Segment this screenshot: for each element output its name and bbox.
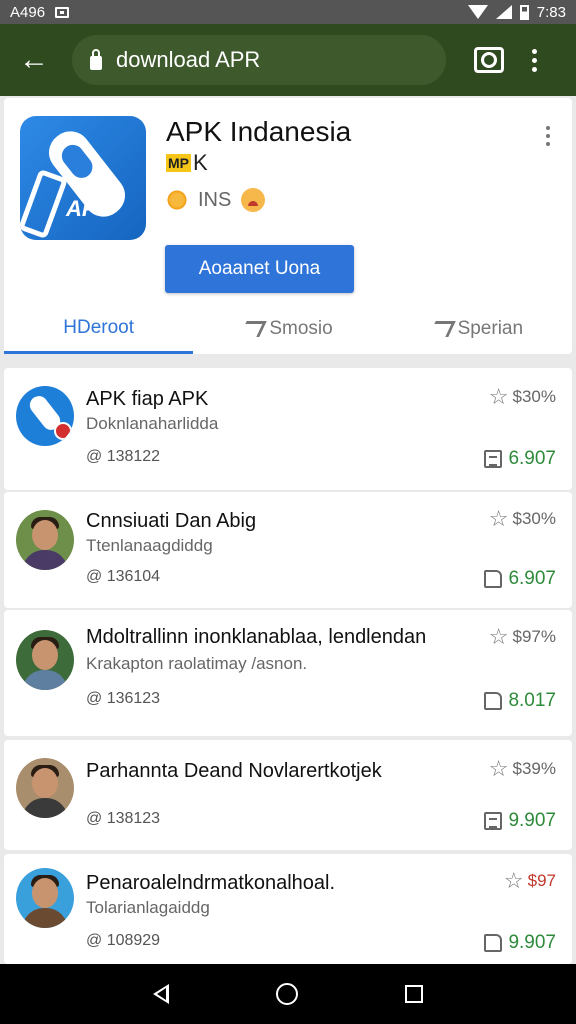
- item-rating-value: $97%: [512, 627, 556, 646]
- more-options-icon[interactable]: [546, 126, 550, 146]
- app-header-card: AP APK Indanesia MP K INS Aoaanet Uona H…: [4, 98, 572, 354]
- item-title: Mdoltrallinn inonklanablaa, lendlendan: [86, 626, 427, 648]
- item-downloads-value: 6.907: [508, 568, 556, 589]
- browser-toolbar: ← download APR: [0, 24, 576, 96]
- sun-icon: [166, 189, 188, 211]
- tab-send-label: Sperian: [457, 318, 524, 339]
- star-icon: ☆: [488, 624, 509, 649]
- item-rating-value: $30%: [512, 509, 556, 528]
- thumbs-up-icon: [484, 570, 503, 588]
- emoji-icon: [241, 188, 266, 212]
- item-rating: ☆ $97%: [489, 626, 556, 648]
- signal-icon: [495, 5, 512, 19]
- item-title: APK fiap APK: [86, 388, 209, 410]
- item-title: Penaroalelndrmatkonalhoal.: [86, 872, 336, 894]
- item-rating: ☆ $30%: [489, 508, 556, 530]
- item-downloads: 9.907: [484, 810, 556, 832]
- avatar: [16, 868, 74, 928]
- status-time-left: A496: [10, 3, 46, 21]
- star-icon: ☆: [488, 756, 509, 781]
- avatar: [16, 758, 74, 818]
- developer-badge: MP: [166, 154, 191, 172]
- item-count: @ 138123: [86, 810, 161, 827]
- star-icon: ☆: [503, 868, 524, 893]
- item-subtitle: Tolarianlagaiddg: [86, 898, 210, 917]
- item-subtitle: Ttenlanaagdiddg: [86, 536, 213, 555]
- list-item[interactable]: Parhannta Deand Novlarertkotjek @ 138123…: [4, 740, 572, 850]
- item-downloads-value: 8.017: [508, 690, 556, 711]
- item-subtitle: Krakapton raolatimay /asnon.: [86, 654, 308, 673]
- item-rating: ☆ $30%: [489, 386, 556, 408]
- item-rating-value: $97: [527, 871, 556, 890]
- document-icon: [484, 812, 503, 830]
- list-item[interactable]: Mdoltrallinn inonklanablaa, lendlendan K…: [4, 610, 572, 736]
- app-icon-label: AP: [66, 196, 97, 221]
- wifi-icon: [467, 5, 488, 19]
- tab-switcher-icon[interactable]: [474, 47, 504, 73]
- item-count: @ 108929: [86, 932, 161, 949]
- avatar: [16, 510, 74, 570]
- document-icon: [484, 450, 503, 468]
- item-downloads-value: 9.907: [508, 810, 556, 831]
- item-rating-value: $30%: [512, 387, 556, 406]
- tab-download-label: HDeroot: [63, 316, 135, 338]
- notification-icon: [55, 6, 70, 18]
- share-icon: [239, 321, 268, 337]
- status-time: 7:83: [536, 3, 566, 21]
- item-title: Cnnsiuati Dan Abig: [86, 510, 257, 532]
- app-developer: MP K: [166, 150, 208, 176]
- item-downloads-value: 6.907: [508, 448, 556, 469]
- browser-menu-icon[interactable]: [532, 48, 537, 72]
- tab-bar: HDeroot Smosio Sperian: [4, 304, 572, 354]
- nav-home-icon[interactable]: [275, 983, 298, 1005]
- install-button[interactable]: Aoaanet Uona: [165, 245, 354, 293]
- tab-download[interactable]: HDeroot: [4, 304, 194, 354]
- item-rating: ☆ $97: [504, 870, 556, 892]
- app-meta: INS: [166, 188, 266, 212]
- url-text: download APR: [116, 47, 261, 72]
- item-count: @ 138122: [86, 448, 161, 465]
- lock-icon: [90, 49, 102, 70]
- item-downloads: 6.907: [484, 568, 556, 590]
- item-subtitle: Doknlanaharlidda: [86, 414, 219, 433]
- item-downloads: 6.907: [484, 448, 556, 470]
- back-arrow-icon[interactable]: ←: [12, 38, 56, 82]
- app-meta-text: INS: [198, 188, 232, 211]
- item-downloads-value: 9.907: [508, 932, 556, 953]
- item-rating-value: $39%: [512, 759, 556, 778]
- thumbs-up-icon: [484, 692, 503, 710]
- list-item[interactable]: Cnnsiuati Dan Abig Ttenlanaagdiddg @ 136…: [4, 492, 572, 608]
- item-title: Parhannta Deand Novlarertkotjek: [86, 760, 382, 782]
- list-item[interactable]: Penaroalelndrmatkonalhoal. Tolarianlagai…: [4, 854, 572, 964]
- send-icon: [427, 321, 456, 337]
- status-bar: A496 7:83: [0, 0, 576, 24]
- item-rating: ☆ $39%: [489, 758, 556, 780]
- star-icon: ☆: [488, 506, 509, 531]
- thumbs-up-icon: [484, 934, 503, 952]
- item-downloads: 9.907: [484, 932, 556, 954]
- navigation-bar: [0, 964, 576, 1024]
- nav-recents-icon[interactable]: [404, 985, 423, 1003]
- app-icon: AP: [20, 116, 146, 240]
- battery-icon: [519, 4, 529, 20]
- developer-suffix: K: [193, 150, 208, 175]
- tab-share[interactable]: Smosio: [193, 304, 382, 354]
- star-icon: ☆: [488, 384, 509, 409]
- avatar: [16, 386, 74, 446]
- list-item[interactable]: APK fiap APK Doknlanaharlidda @ 138122 ☆…: [4, 368, 572, 490]
- nav-back-icon[interactable]: [153, 984, 170, 1004]
- app-title: APK Indanesia: [166, 116, 352, 147]
- tab-share-label: Smosio: [269, 318, 333, 339]
- tab-send[interactable]: Sperian: [383, 304, 572, 354]
- item-count: @ 136123: [86, 690, 161, 707]
- item-downloads: 8.017: [484, 690, 556, 712]
- item-count: @ 136104: [86, 568, 161, 585]
- avatar: [16, 630, 74, 690]
- url-bar[interactable]: download APR: [72, 35, 446, 85]
